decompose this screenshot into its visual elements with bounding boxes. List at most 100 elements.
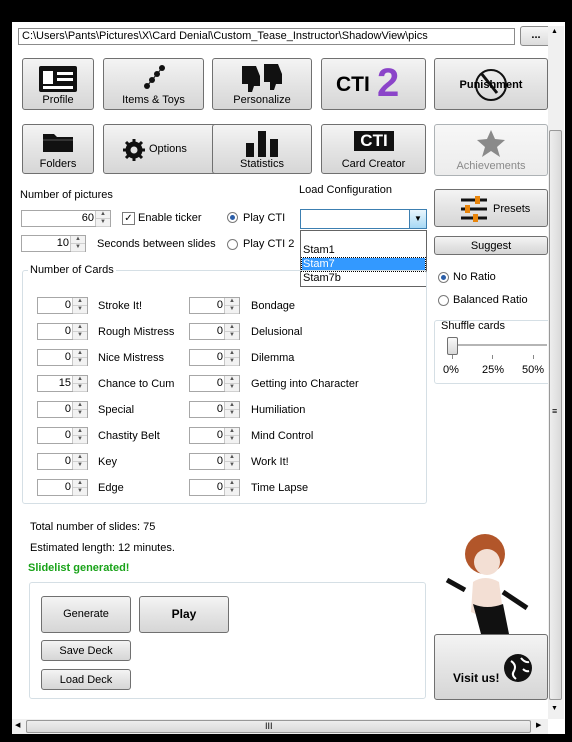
achievements-label: Achievements — [456, 160, 526, 172]
play-cti2-radio[interactable] — [227, 239, 238, 250]
punishment-label: Punishment — [459, 79, 523, 91]
globe-icon — [504, 654, 532, 682]
load-deck-label: Load Deck — [59, 674, 113, 686]
main-window: C:\Users\Pants\Pictures\X\Card Denial\Cu… — [12, 22, 565, 734]
horizontal-scrollbar[interactable]: ◀ III ▶ — [12, 719, 548, 734]
card-count-value: 0 — [64, 481, 71, 493]
enable-ticker-label: Enable ticker — [138, 212, 202, 224]
shuffle-slider-track[interactable] — [452, 344, 547, 346]
thumbs-down-icon — [242, 64, 282, 92]
save-deck-button[interactable]: Save Deck — [41, 640, 131, 661]
seconds-stepper[interactable]: 10 ▲ ▼ — [21, 235, 86, 252]
visit-us-label: Visit us! — [453, 671, 500, 685]
seconds-label: Seconds between slides — [97, 238, 216, 250]
scroll-left-icon[interactable]: ◀ — [15, 721, 20, 729]
enable-ticker-checkbox[interactable]: ✓ — [122, 212, 135, 225]
card-type-label: Key — [98, 456, 117, 468]
items-toys-label: Items & Toys — [122, 94, 185, 106]
presets-button[interactable]: Presets — [434, 189, 548, 227]
vertical-grip: ≡ — [552, 406, 558, 416]
card-count-stepper[interactable]: 0 ▲ ▼ — [37, 297, 88, 314]
card-count-stepper[interactable]: 0 ▲ ▼ — [189, 479, 240, 496]
card-count-stepper[interactable]: 0 ▲ ▼ — [37, 323, 88, 340]
cti2-button[interactable]: CTI 2 — [321, 58, 426, 110]
card-count-value: 0 — [64, 351, 71, 363]
cti-logo: CTI — [354, 131, 394, 151]
vertical-scroll-thumb[interactable]: ≡ — [549, 130, 562, 700]
card-count-value: 0 — [64, 325, 71, 337]
save-deck-label: Save Deck — [59, 645, 113, 657]
horizontal-scroll-thumb[interactable]: III — [26, 720, 531, 733]
balanced-ratio-radio[interactable] — [438, 295, 449, 306]
card-count-stepper[interactable]: 0 ▲ ▼ — [37, 349, 88, 366]
visit-us-button[interactable]: Visit us! — [434, 634, 548, 700]
punishment-button[interactable]: Punishment — [434, 58, 548, 110]
num-pictures-stepper[interactable]: 60 ▲ ▼ — [21, 210, 111, 227]
card-count-stepper[interactable]: 0 ▲ ▼ — [189, 323, 240, 340]
card-type-label: Mind Control — [251, 430, 314, 442]
gear-icon — [123, 139, 145, 161]
card-type-label: Edge — [98, 482, 124, 494]
card-count-stepper[interactable]: 0 ▲ ▼ — [37, 479, 88, 496]
card-count-value: 0 — [216, 403, 223, 415]
statistics-label: Statistics — [239, 158, 284, 170]
slider-tick — [492, 355, 493, 359]
config-combobox[interactable]: ▼ — [300, 209, 427, 229]
card-count-value: 0 — [216, 481, 223, 493]
horizontal-grip: III — [265, 721, 273, 731]
vertical-scrollbar[interactable]: ▲ ≡ ▼ — [548, 26, 564, 719]
sliders-icon — [461, 196, 487, 222]
card-creator-button[interactable]: CTI Card Creator — [321, 124, 426, 174]
no-ratio-radio[interactable] — [438, 272, 449, 283]
folders-button[interactable]: Folders — [22, 124, 94, 174]
card-count-value: 0 — [216, 455, 223, 467]
card-count-value: 0 — [64, 299, 71, 311]
tick-label-25: 25% — [482, 364, 505, 376]
chevron-down-icon[interactable]: ▼ — [409, 210, 426, 228]
card-count-stepper[interactable]: 0 ▲ ▼ — [189, 401, 240, 418]
card-count-stepper[interactable]: 0 ▲ ▼ — [37, 453, 88, 470]
config-option-stam1[interactable]: Stam1 — [302, 244, 425, 257]
balanced-ratio-label: Balanced Ratio — [453, 294, 528, 306]
card-count-stepper[interactable]: 0 ▲ ▼ — [189, 453, 240, 470]
card-count-stepper[interactable]: 0 ▲ ▼ — [189, 375, 240, 392]
shuffle-label: Shuffle cards — [441, 320, 506, 332]
play-cti2-label: Play CTI 2 — [243, 238, 295, 250]
generate-label: Generate — [63, 608, 109, 620]
status-message: Slidelist generated! — [28, 562, 130, 574]
items-toys-button[interactable]: Items & Toys — [103, 58, 204, 110]
card-type-label: Stroke It! — [98, 300, 143, 312]
card-count-stepper[interactable]: 0 ▲ ▼ — [37, 401, 88, 418]
card-count-stepper[interactable]: 0 ▲ ▼ — [37, 427, 88, 444]
total-slides-text: Total number of slides: 75 — [30, 521, 156, 533]
personalize-button[interactable]: Personalize — [212, 58, 312, 110]
card-count-stepper[interactable]: 0 ▲ ▼ — [189, 297, 240, 314]
shuffle-slider-thumb[interactable] — [447, 337, 458, 355]
load-deck-button[interactable]: Load Deck — [41, 669, 131, 690]
card-count-value: 0 — [216, 351, 223, 363]
bar-chart-icon — [246, 131, 278, 157]
card-count-value: 0 — [216, 325, 223, 337]
card-creator-label: Card Creator — [341, 158, 406, 170]
tick-label-50: 50% — [522, 364, 545, 376]
card-count-stepper[interactable]: 15 ▲ ▼ — [37, 375, 88, 392]
card-type-label: Humiliation — [251, 404, 306, 416]
card-type-label: Work It! — [251, 456, 289, 468]
play-button[interactable]: Play — [139, 596, 229, 633]
card-count-stepper[interactable]: 0 ▲ ▼ — [189, 427, 240, 444]
card-count-value: 0 — [64, 429, 71, 441]
folders-label: Folders — [39, 158, 77, 170]
statistics-button[interactable]: Statistics — [212, 124, 312, 174]
scroll-right-icon[interactable]: ▶ — [536, 721, 541, 729]
suggest-button[interactable]: Suggest — [434, 236, 548, 255]
card-count-stepper[interactable]: 0 ▲ ▼ — [189, 349, 240, 366]
profile-button[interactable]: Profile — [22, 58, 94, 110]
play-cti-radio[interactable] — [227, 212, 238, 223]
generate-button[interactable]: Generate — [41, 596, 131, 633]
scroll-up-icon[interactable]: ▲ — [551, 28, 558, 35]
path-input[interactable]: C:\Users\Pants\Pictures\X\Card Denial\Cu… — [18, 28, 515, 45]
play-label: Play — [171, 607, 197, 621]
seconds-value: 10 — [56, 237, 69, 249]
scroll-down-icon[interactable]: ▼ — [551, 705, 558, 712]
card-type-label: Nice Mistress — [98, 352, 165, 364]
